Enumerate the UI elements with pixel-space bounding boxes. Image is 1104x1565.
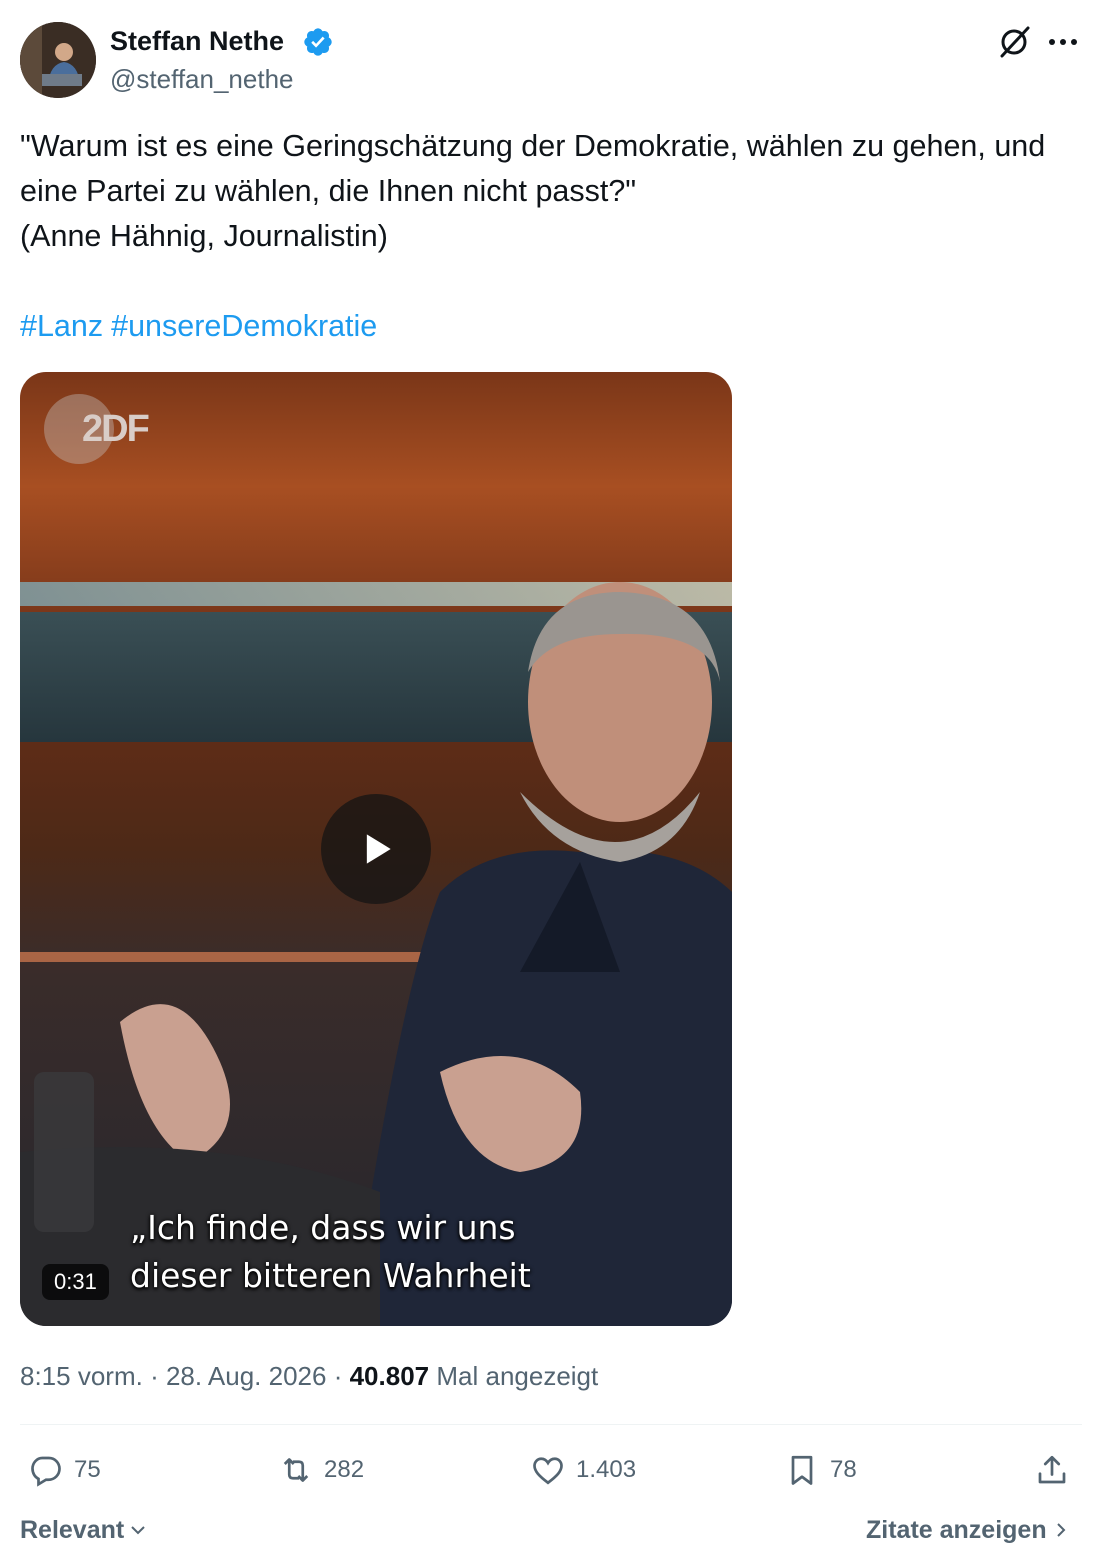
play-icon: [366, 834, 391, 864]
sort-dropdown[interactable]: Relevant: [20, 1512, 148, 1548]
meta-separator: ·: [333, 1361, 343, 1391]
video-player[interactable]: 2DF „Ich finde, dass wir uns dieser bitt…: [20, 372, 732, 1326]
hashtag-link[interactable]: #Lanz: [20, 309, 103, 343]
bookmark-button[interactable]: 78: [784, 1446, 857, 1494]
repost-button[interactable]: 282: [278, 1446, 364, 1494]
meta-separator: ·: [150, 1361, 159, 1391]
author-handle[interactable]: @steffan_nethe: [110, 62, 294, 96]
broadcaster-logo: 2DF: [44, 394, 194, 464]
reply-button[interactable]: 75: [28, 1446, 101, 1494]
avatar[interactable]: [20, 22, 96, 98]
tweet-time[interactable]: 8:15 vorm.: [20, 1361, 143, 1391]
bookmark-count: 78: [830, 1456, 857, 1483]
author-name[interactable]: Steffan Nethe: [110, 24, 284, 58]
reply-icon: [31, 1456, 61, 1487]
chevron-right-icon: [1056, 1523, 1066, 1537]
like-button[interactable]: 1.403: [530, 1446, 636, 1494]
play-button[interactable]: [321, 794, 431, 904]
grok-icon[interactable]: [996, 24, 1032, 60]
chevron-down-icon: [131, 1526, 145, 1535]
more-icon[interactable]: [1046, 30, 1080, 54]
verified-badge-icon: [304, 28, 332, 56]
like-count: 1.403: [576, 1456, 637, 1483]
video-duration: 0:31: [42, 1264, 109, 1300]
hashtag-link[interactable]: #unsereDemokratie: [111, 309, 377, 343]
tweet-meta: 8:15 vorm. · 28. Aug. 2026 · 40.807 Mal …: [20, 1356, 598, 1396]
repost-icon: [283, 1458, 309, 1482]
tweet-date[interactable]: 28. Aug. 2026: [166, 1361, 326, 1391]
share-icon: [1038, 1455, 1066, 1484]
hashtags: #Lanz #unsereDemokratie: [20, 306, 385, 346]
sort-label: Relevant: [20, 1516, 125, 1544]
view-quotes-link[interactable]: Zitate anzeigen: [866, 1512, 1071, 1548]
quotes-label: Zitate anzeigen: [866, 1516, 1047, 1544]
repost-count: 282: [324, 1456, 365, 1483]
share-button[interactable]: [1034, 1446, 1080, 1494]
video-subtitle: „Ich finde, dass wir uns dieser bitteren…: [130, 1208, 531, 1295]
bookmark-icon: [791, 1455, 813, 1485]
tweet-text: "Warum ist es eine Geringschätzung der D…: [20, 129, 1046, 253]
views-label: Mal angezeigt: [436, 1361, 599, 1391]
divider: [20, 1424, 1082, 1425]
reply-count: 75: [74, 1456, 101, 1483]
like-icon: [533, 1457, 563, 1485]
view-count: 40.807: [349, 1361, 430, 1391]
